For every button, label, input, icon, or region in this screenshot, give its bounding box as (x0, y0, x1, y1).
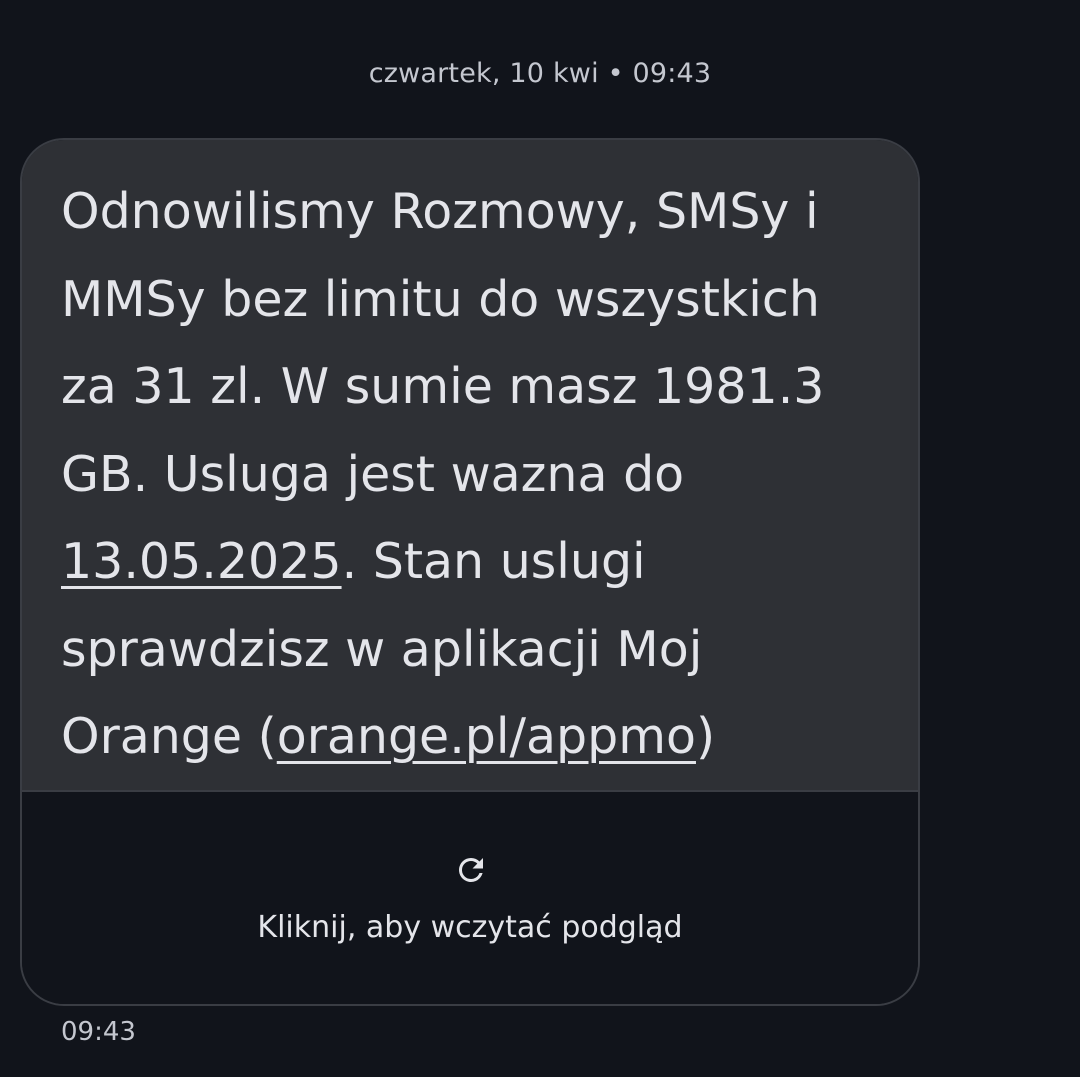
message-line-text: Orange ( (61, 708, 277, 765)
message-line: sprawdzisz w aplikacji Moj (61, 620, 703, 678)
reload-icon (458, 858, 483, 882)
conversation-screen: czwartek, 10 kwi • 09:43 Odnowilismy Roz… (0, 0, 1080, 1077)
date-link[interactable]: 13.05.2025 (61, 533, 342, 590)
message-line: GB. Usluga jest wazna do (61, 445, 685, 503)
url-link[interactable]: orange.pl/appmo (277, 708, 696, 765)
message-line-text: . Stan uslugi (341, 533, 646, 590)
preview-label: Kliknij, aby wczytać podgląd (257, 910, 683, 945)
message-text[interactable]: Odnowilismy Rozmowy, SMSy i MMSy bez lim… (22, 140, 918, 790)
message-bubble[interactable]: Odnowilismy Rozmowy, SMSy i MMSy bez lim… (20, 138, 920, 1006)
message-line: MMSy bez limitu do wszystkich (61, 270, 820, 328)
message-line: Odnowilismy Rozmowy, SMSy i (61, 183, 819, 240)
link-preview-button[interactable]: Kliknij, aby wczytać podgląd (22, 790, 918, 1004)
message-timestamp: 09:43 (61, 1017, 136, 1047)
message-line-text: ) (695, 708, 716, 765)
message-line: 13.05.2025. Stan uslugi (61, 518, 878, 606)
date-header: czwartek, 10 kwi • 09:43 (368, 58, 712, 89)
message-line: Orange (orange.pl/appmo) (61, 693, 878, 781)
message-line: za 31 zl. W sumie masz 1981.3 (61, 358, 825, 415)
